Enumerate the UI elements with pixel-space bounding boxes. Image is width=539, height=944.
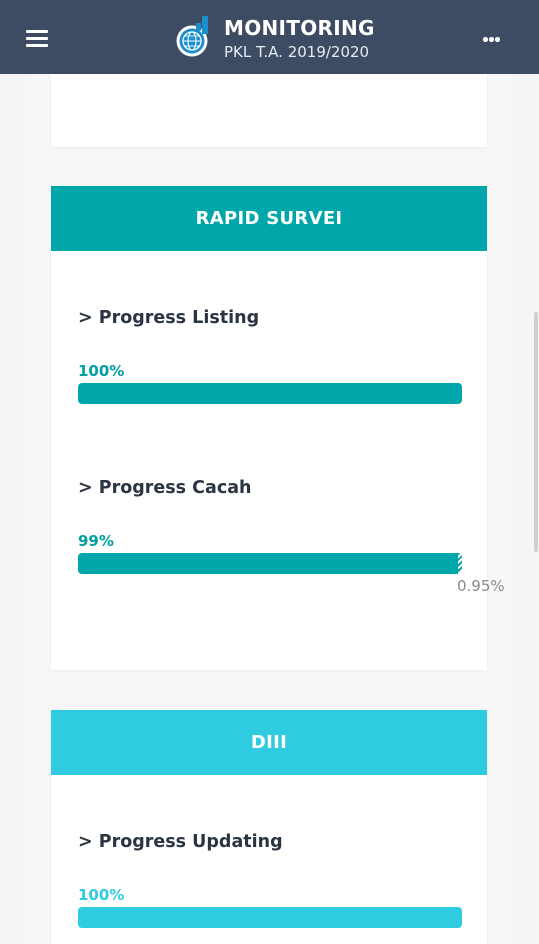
progress-listing-fill xyxy=(78,383,462,404)
app-bar: MONITORING PKL T.A. 2019/2020 xyxy=(0,0,539,74)
rapid-survei-card: RAPID SURVEI > Progress Listing 100% > P… xyxy=(51,186,505,670)
progress-cacah-value: 99% xyxy=(78,532,114,550)
progress-cacah-remaining-label: 0.95% xyxy=(457,577,505,595)
progress-cacah-bar xyxy=(78,553,462,574)
progress-updating-fill xyxy=(78,907,462,928)
app-title: MONITORING xyxy=(224,16,375,40)
previous-card xyxy=(51,74,487,147)
diii-header: DIII xyxy=(51,710,487,775)
progress-updating-value: 100% xyxy=(78,886,125,904)
app-subtitle: PKL T.A. 2019/2020 xyxy=(224,43,370,61)
progress-updating-bar xyxy=(78,907,462,928)
progress-listing-value: 100% xyxy=(78,362,125,380)
diii-card: DIII > Progress Updating 100% xyxy=(51,710,487,944)
rapid-survei-header: RAPID SURVEI xyxy=(51,186,487,251)
more-horizontal-icon[interactable] xyxy=(480,37,504,43)
progress-listing-label: > Progress Listing xyxy=(78,308,260,328)
bps-logo xyxy=(176,16,208,57)
progress-cacah-fill xyxy=(78,553,459,574)
progress-updating-label: > Progress Updating xyxy=(78,832,283,852)
progress-cacah-label: > Progress Cacah xyxy=(78,478,252,498)
menu-icon[interactable] xyxy=(26,30,48,47)
progress-cacah-remaining xyxy=(458,553,462,574)
scrollbar[interactable] xyxy=(534,312,538,552)
progress-listing-bar xyxy=(78,383,462,404)
